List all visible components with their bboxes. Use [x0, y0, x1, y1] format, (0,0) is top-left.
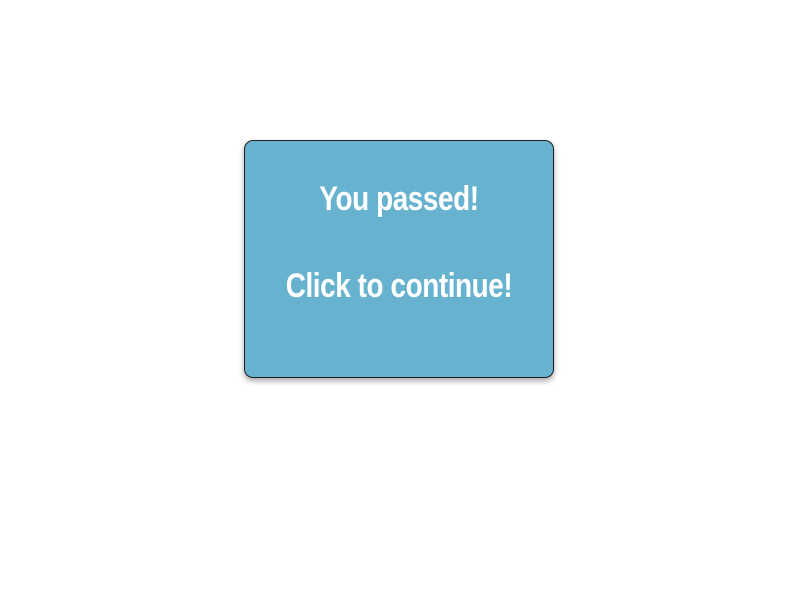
result-message: You passed! — [319, 180, 479, 218]
continue-prompt: Click to continue! — [285, 267, 513, 305]
page: You passed! Click to continue! — [0, 0, 800, 600]
continue-card[interactable]: You passed! Click to continue! — [244, 140, 554, 378]
